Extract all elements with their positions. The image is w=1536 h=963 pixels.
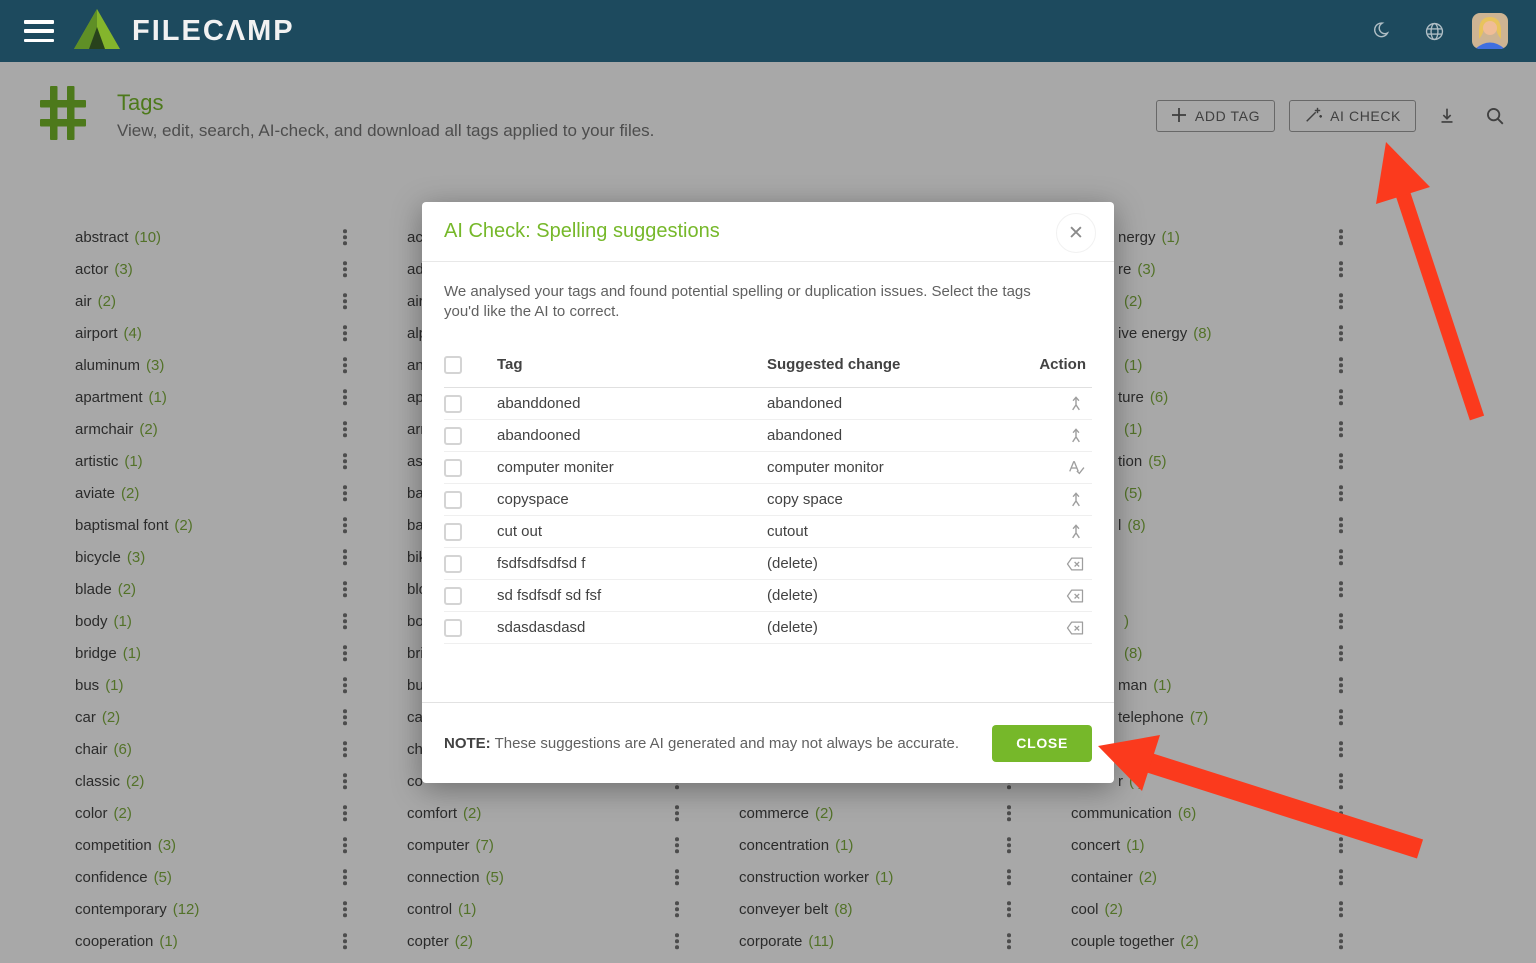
suggestion-row: sd fsdfsdf sd fsf (delete) [444, 580, 1092, 612]
column-header-tag: Tag [497, 356, 767, 373]
merge-icon[interactable] [1066, 522, 1086, 542]
logo-text: FILECΛMP [132, 15, 295, 48]
modal-description: We analysed your tags and found potentia… [422, 262, 1082, 328]
row-checkbox[interactable] [444, 491, 462, 509]
backspace-icon[interactable] [1064, 586, 1086, 606]
suggestion-tag: fsdfsdfsdfsd f [497, 555, 767, 572]
close-icon[interactable]: ✕ [1056, 213, 1096, 253]
suggestions-rows: abanddoned abandoned [444, 388, 1092, 644]
dark-mode-moon-icon[interactable] [1372, 19, 1396, 43]
suggestion-tag: cut out [497, 523, 767, 540]
note-text: These suggestions are AI generated and m… [491, 735, 959, 752]
merge-icon[interactable] [1066, 394, 1086, 414]
suggestion-tag: abandooned [497, 427, 767, 444]
row-checkbox[interactable] [444, 555, 462, 573]
suggestion-tag: abanddoned [497, 395, 767, 412]
suggestion-tag: copyspace [497, 491, 767, 508]
suggestion-row: computer moniter computer monitor [444, 452, 1092, 484]
suggestion-row: fsdfsdfsdfsd f (delete) [444, 548, 1092, 580]
suggestion-change: copy space [767, 491, 1022, 508]
suggestion-change: computer monitor [767, 459, 1022, 476]
language-globe-icon[interactable] [1422, 19, 1446, 43]
suggestions-table: Tag Suggested change Action abanddoned a… [444, 342, 1092, 644]
suggestion-row: sdasdasdasd (delete) [444, 612, 1092, 644]
row-checkbox[interactable] [444, 523, 462, 541]
merge-icon[interactable] [1066, 490, 1086, 510]
row-checkbox[interactable] [444, 619, 462, 637]
suggestion-change: abandoned [767, 427, 1022, 444]
suggestion-row: cut out cutout [444, 516, 1092, 548]
select-all-checkbox[interactable] [444, 356, 462, 374]
suggestion-change: (delete) [767, 555, 1022, 572]
suggestion-row: copyspace copy space [444, 484, 1092, 516]
suggestion-change: cutout [767, 523, 1022, 540]
modal-header: AI Check: Spelling suggestions ✕ [422, 202, 1114, 262]
hamburger-menu-icon[interactable] [24, 20, 54, 42]
modal-note: NOTE: These suggestions are AI generated… [444, 735, 959, 752]
suggestion-change: (delete) [767, 587, 1022, 604]
modal-footer: NOTE: These suggestions are AI generated… [422, 702, 1114, 783]
suggestion-row: abandooned abandoned [444, 420, 1092, 452]
row-checkbox[interactable] [444, 427, 462, 445]
user-avatar[interactable] [1472, 13, 1508, 49]
column-header-suggested: Suggested change [767, 356, 1022, 373]
spellcheck-icon[interactable] [1066, 458, 1086, 478]
note-label: NOTE: [444, 735, 491, 752]
modal-title: AI Check: Spelling suggestions [444, 220, 720, 243]
filecamp-logo[interactable]: FILECΛMP [74, 9, 295, 54]
suggestion-change: (delete) [767, 619, 1022, 636]
row-checkbox[interactable] [444, 587, 462, 605]
close-button[interactable]: CLOSE [992, 725, 1092, 762]
row-checkbox[interactable] [444, 459, 462, 477]
suggestion-row: abanddoned abandoned [444, 388, 1092, 420]
row-checkbox[interactable] [444, 395, 462, 413]
suggestion-tag: computer moniter [497, 459, 767, 476]
tent-logo-icon [74, 9, 120, 54]
suggestion-change: abandoned [767, 395, 1022, 412]
column-header-action: Action [1022, 356, 1092, 373]
suggestion-tag: sd fsdfsdf sd fsf [497, 587, 767, 604]
suggestions-table-header: Tag Suggested change Action [444, 342, 1092, 388]
top-navigation-bar: FILECΛMP [0, 0, 1536, 62]
backspace-icon[interactable] [1064, 554, 1086, 574]
ai-check-modal: AI Check: Spelling suggestions ✕ We anal… [422, 202, 1114, 783]
merge-icon[interactable] [1066, 426, 1086, 446]
suggestion-tag: sdasdasdasd [497, 619, 767, 636]
backspace-icon[interactable] [1064, 618, 1086, 638]
